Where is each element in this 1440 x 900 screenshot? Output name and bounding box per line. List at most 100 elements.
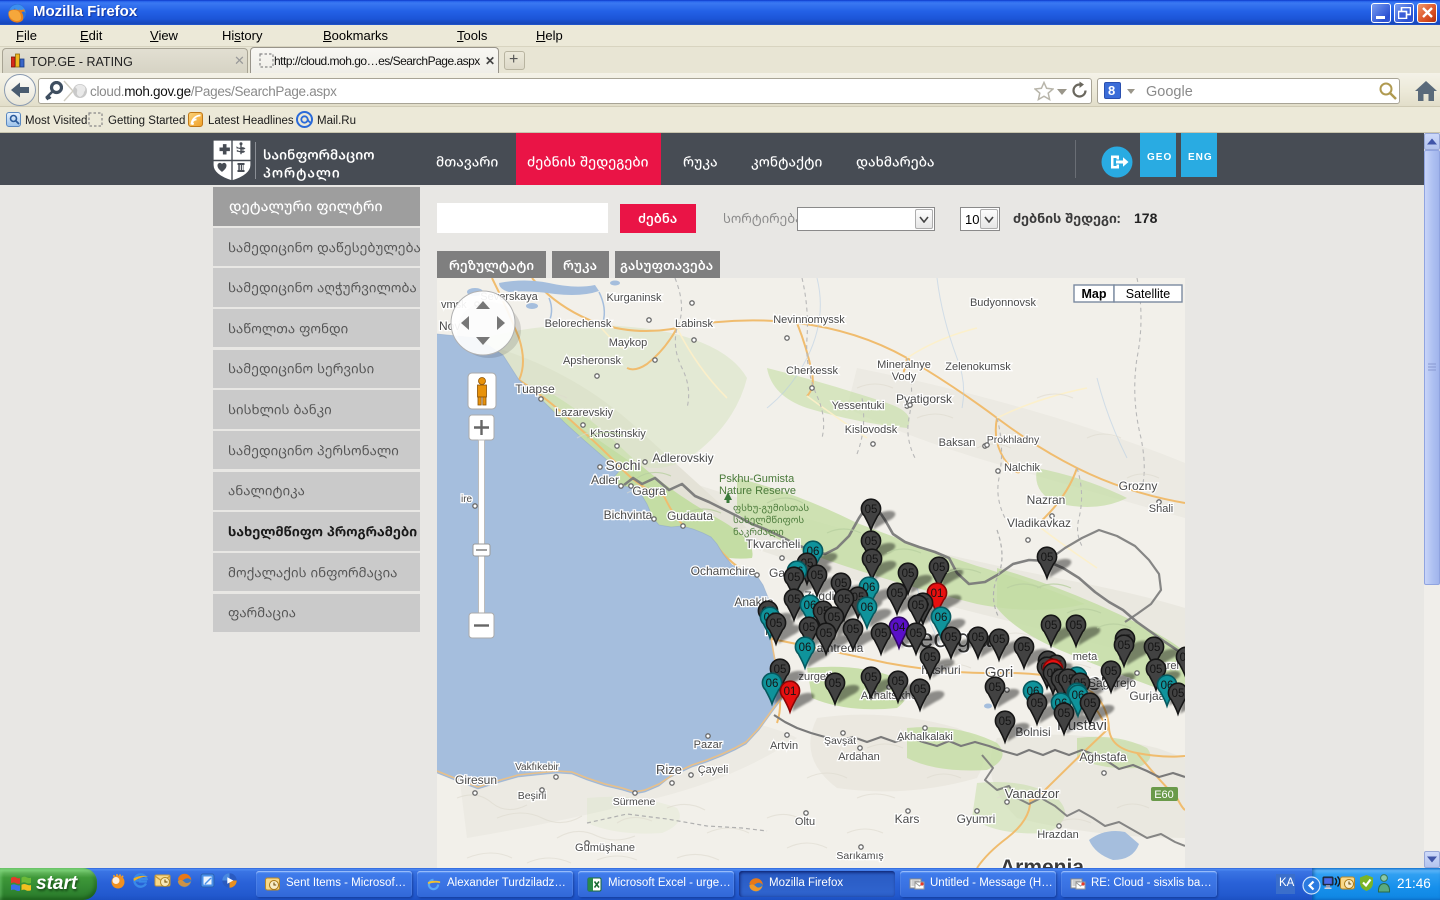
svg-text:05: 05	[914, 684, 927, 696]
svg-text:Sürmene: Sürmene	[613, 796, 656, 808]
svg-text:Nazran: Nazran	[1027, 493, 1066, 507]
svg-text:Vanadzor: Vanadzor	[1005, 786, 1060, 801]
svg-text:05: 05	[1148, 642, 1161, 654]
svg-text:Pazar: Pazar	[694, 739, 723, 751]
svg-text:05: 05	[1031, 698, 1044, 710]
svg-text:Nalchik: Nalchik	[1004, 462, 1041, 474]
svg-text:Sochi: Sochi	[605, 457, 640, 473]
svg-text:05: 05	[999, 716, 1012, 728]
svg-text:Gümüşhane: Gümüşhane	[575, 842, 635, 854]
svg-text:05: 05	[828, 612, 841, 624]
svg-text:05: 05	[803, 622, 816, 634]
svg-text:Aghstafa: Aghstafa	[1079, 750, 1127, 764]
svg-text:E60: E60	[1154, 789, 1174, 801]
svg-text:05: 05	[865, 672, 878, 684]
svg-text:06: 06	[861, 602, 874, 614]
svg-text:05: 05	[847, 624, 860, 636]
svg-text:Pyatigorsk: Pyatigorsk	[896, 392, 953, 406]
svg-text:meta: meta	[1073, 651, 1098, 663]
svg-text:Ga: Ga	[769, 566, 785, 580]
svg-text:05: 05	[945, 632, 958, 644]
svg-text:05: 05	[875, 628, 888, 640]
svg-text:05: 05	[829, 678, 842, 690]
svg-text:05: 05	[865, 504, 878, 516]
svg-text:Maykop: Maykop	[609, 337, 648, 349]
svg-text:05: 05	[811, 570, 824, 582]
svg-text:05: 05	[972, 632, 985, 644]
svg-text:Ardahan: Ardahan	[838, 751, 880, 763]
svg-text:Adlerovskiy: Adlerovskiy	[652, 451, 713, 465]
svg-text:05: 05	[910, 628, 923, 640]
svg-text:05: 05	[820, 628, 833, 640]
svg-text:05: 05	[1084, 698, 1097, 710]
svg-text:05: 05	[1041, 552, 1054, 564]
svg-text:Vody: Vody	[892, 371, 917, 383]
svg-text:Rize: Rize	[656, 762, 682, 777]
svg-text:01: 01	[931, 588, 944, 600]
svg-text:Gyumri: Gyumri	[957, 812, 996, 826]
svg-text:05: 05	[891, 588, 904, 600]
svg-text:Bichvinta: Bichvinta	[604, 508, 653, 522]
svg-text:05: 05	[924, 652, 937, 664]
svg-text:05: 05	[838, 594, 851, 606]
svg-text:05: 05	[912, 600, 925, 612]
svg-text:01: 01	[784, 686, 797, 698]
svg-text:Yessentuki: Yessentuki	[832, 400, 885, 412]
svg-text:05: 05	[788, 594, 801, 606]
svg-text:06: 06	[935, 612, 948, 624]
svg-text:Kars: Kars	[895, 812, 920, 826]
svg-text:05: 05	[989, 682, 1002, 694]
svg-text:Giresun: Giresun	[455, 773, 497, 787]
svg-text:Kislovodsk: Kislovodsk	[845, 424, 898, 436]
svg-text:04: 04	[893, 622, 906, 634]
svg-text:Kurganinsk: Kurganinsk	[606, 292, 662, 304]
svg-text:05: 05	[835, 578, 848, 590]
svg-text:Sarıkamış: Sarıkamış	[836, 850, 883, 862]
svg-text:Hrazdan: Hrazdan	[1037, 829, 1079, 841]
svg-text:06: 06	[766, 678, 779, 690]
svg-text:Nevinnomyssk: Nevinnomyssk	[773, 314, 845, 326]
svg-text:Labinsk: Labinsk	[675, 318, 713, 330]
svg-text:Akhalkalaki: Akhalkalaki	[897, 731, 953, 743]
svg-text:05: 05	[1018, 642, 1031, 654]
svg-text:06: 06	[799, 642, 812, 654]
svg-text:Satellite: Satellite	[1126, 287, 1171, 301]
svg-text:Tuapse: Tuapse	[515, 382, 555, 396]
svg-text:Ochamchire: Ochamchire	[691, 564, 756, 578]
svg-text:Prokhladny: Prokhladny	[987, 434, 1040, 446]
svg-text:05: 05	[866, 554, 879, 566]
svg-text:Çayeli: Çayeli	[698, 764, 729, 776]
svg-text:05: 05	[1150, 664, 1163, 676]
svg-text:Nature Reserve: Nature Reserve	[719, 485, 796, 497]
svg-text:Apsheronsk: Apsheronsk	[563, 355, 622, 367]
svg-text:Adler: Adler	[591, 473, 619, 487]
svg-text:05: 05	[1118, 640, 1131, 652]
svg-text:Belorechensk: Belorechensk	[545, 318, 612, 330]
svg-text:05: 05	[1058, 708, 1071, 720]
svg-text:Shali: Shali	[1149, 503, 1173, 515]
svg-text:Lazarevskiy: Lazarevskiy	[555, 407, 614, 419]
svg-text:Budyonnovsk: Budyonnovsk	[970, 297, 1037, 309]
svg-text:05: 05	[770, 618, 783, 630]
svg-text:ire: ire	[461, 494, 473, 505]
svg-text:Vladikavkaz: Vladikavkaz	[1007, 516, 1071, 530]
svg-text:Oltu: Oltu	[795, 816, 815, 828]
svg-text:Zelenokumsk: Zelenokumsk	[945, 361, 1011, 373]
svg-text:05: 05	[1105, 666, 1118, 678]
svg-text:05: 05	[1172, 688, 1185, 700]
svg-text:Tkvarcheli: Tkvarcheli	[746, 537, 801, 551]
svg-text:05: 05	[892, 676, 905, 688]
svg-text:Gagra: Gagra	[632, 484, 666, 498]
svg-text:05: 05	[902, 568, 915, 580]
svg-text:Şavşat: Şavşat	[824, 735, 856, 747]
svg-text:Map: Map	[1082, 287, 1107, 301]
svg-text:Grozny: Grozny	[1119, 479, 1158, 493]
svg-text:Mineralnye: Mineralnye	[877, 359, 931, 371]
svg-text:Vakfıkebir: Vakfıkebir	[515, 762, 559, 773]
svg-text:Baksan: Baksan	[939, 437, 976, 449]
svg-text:Armenia: Armenia	[1000, 856, 1084, 868]
svg-text:05: 05	[1070, 620, 1083, 632]
svg-text:05: 05	[933, 562, 946, 574]
svg-text:05: 05	[788, 572, 801, 584]
svg-text:Pskhu-Gumista: Pskhu-Gumista	[719, 473, 795, 485]
